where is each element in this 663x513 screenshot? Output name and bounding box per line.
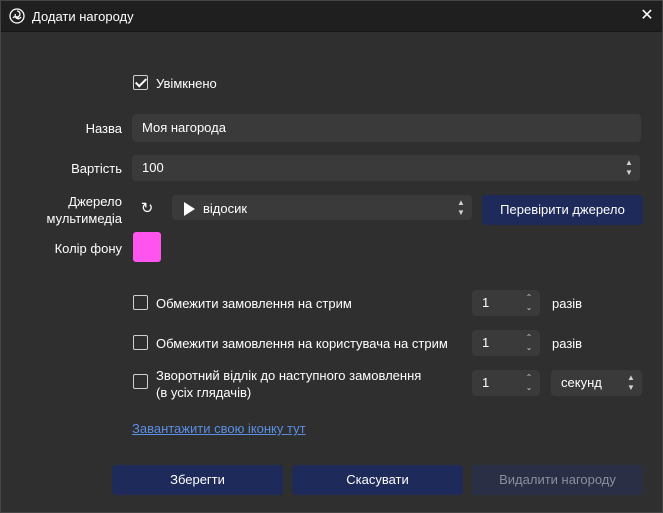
cooldown-label-line2: (в усіх глядачів)	[156, 385, 252, 400]
cooldown-unit-value: секунд	[561, 375, 602, 390]
dialog-window: Додати нагороду ✕ Увімкнено Назва Моя на…	[0, 0, 663, 513]
window-title: Додати нагороду	[32, 9, 134, 24]
cooldown-value: 1	[482, 375, 490, 390]
media-label-line2: мультимедіа	[46, 211, 122, 226]
limit-per-user-label: Обмежити замовлення на користувача на ст…	[156, 336, 448, 351]
obs-logo-icon	[9, 8, 25, 24]
cost-label: Вартість	[71, 161, 122, 176]
limit-per-stream-spinbox[interactable]: 1 ⌃ ⌄	[472, 290, 540, 316]
bg-color-label: Колір фону	[54, 241, 122, 256]
cooldown-label: Зворотний відлік до наступного замовленн…	[156, 367, 421, 401]
select-arrows-icon: ▲ ▼	[627, 373, 635, 392]
spin-arrows-icon[interactable]: ⌃ ⌄	[524, 293, 534, 313]
media-source-select[interactable]: відосик ▲ ▼	[172, 195, 472, 220]
name-label: Назва	[85, 121, 122, 136]
media-source-value: відосик	[203, 201, 248, 217]
limit-per-stream-unit: разів	[552, 296, 583, 311]
name-input-value: Моя нагорода	[142, 120, 226, 135]
title-bar: Додати нагороду ✕	[1, 1, 662, 32]
check-source-button[interactable]: Перевірити джерело	[482, 195, 643, 225]
name-input[interactable]: Моя нагорода	[132, 114, 641, 142]
limit-per-stream-value: 1	[482, 295, 490, 310]
limit-per-user-checkbox[interactable]	[133, 335, 148, 350]
limit-per-stream-checkbox[interactable]	[133, 295, 148, 310]
cost-spinbox[interactable]: 100 ▲ ▼	[132, 155, 640, 181]
refresh-icon[interactable]: ↻	[132, 197, 162, 221]
bg-color-swatch[interactable]	[133, 232, 161, 262]
spin-arrows-icon[interactable]: ⌃ ⌄	[524, 373, 534, 393]
cooldown-unit-select[interactable]: секунд ▲ ▼	[551, 370, 642, 396]
play-icon	[184, 201, 195, 216]
limit-per-user-value: 1	[482, 335, 490, 350]
spin-arrows-icon[interactable]: ▲ ▼	[624, 158, 634, 178]
spin-arrows-icon[interactable]: ⌃ ⌄	[524, 333, 534, 353]
select-arrows-icon: ▲ ▼	[457, 198, 465, 217]
cooldown-label-line1: Зворотний відлік до наступного замовленн…	[156, 368, 422, 383]
upload-icon-link[interactable]: Завантажити свою іконку тут	[132, 421, 306, 436]
media-label: Джерело мультимедіа	[47, 193, 122, 227]
close-icon[interactable]: ✕	[638, 7, 656, 25]
cost-value: 100	[142, 160, 164, 175]
limit-per-user-unit: разів	[552, 336, 583, 351]
enabled-label: Увімкнено	[156, 76, 217, 91]
cooldown-checkbox[interactable]	[133, 374, 148, 389]
media-label-line1: Джерело	[68, 194, 122, 209]
limit-per-stream-label: Обмежити замовлення на стрим	[156, 296, 352, 311]
enabled-checkbox[interactable]	[133, 75, 148, 90]
delete-reward-button[interactable]: Видалити нагороду	[472, 465, 643, 495]
cancel-button[interactable]: Скасувати	[292, 465, 463, 495]
limit-per-user-spinbox[interactable]: 1 ⌃ ⌄	[472, 330, 540, 356]
save-button[interactable]: Зберегти	[112, 465, 283, 495]
cooldown-spinbox[interactable]: 1 ⌃ ⌄	[472, 370, 540, 396]
